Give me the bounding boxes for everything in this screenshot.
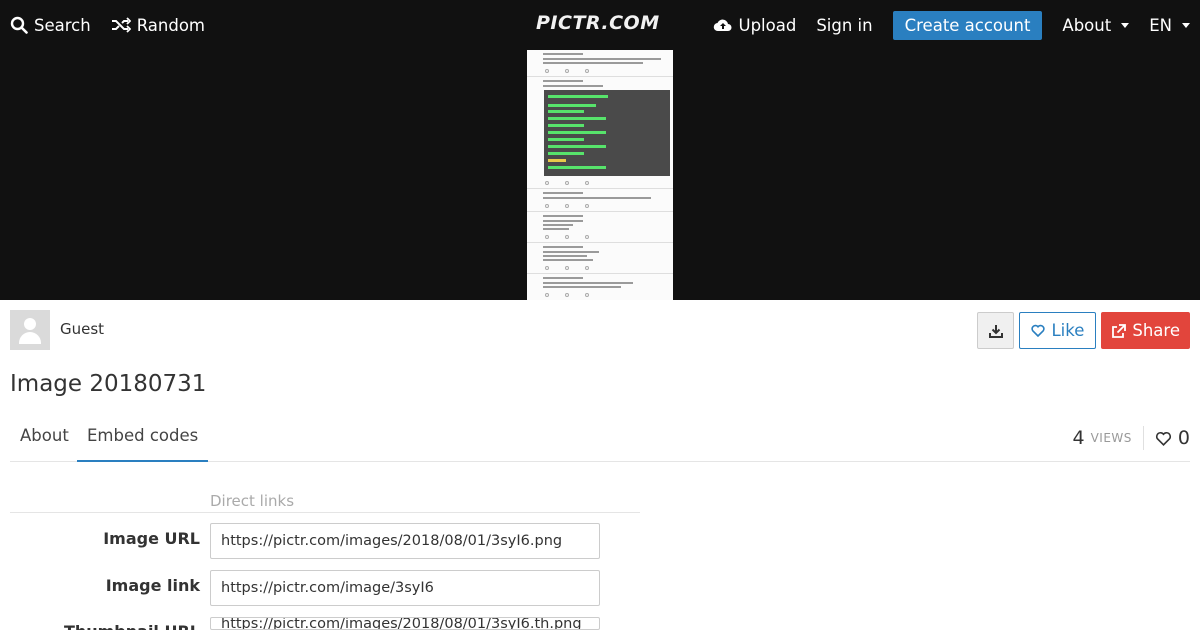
- nav-left: Search Random: [10, 0, 205, 50]
- top-navbar: Search Random PICTR.COM Upload Sign in C…: [0, 0, 1200, 50]
- site-logo[interactable]: PICTR.COM: [536, 12, 660, 34]
- image-link-field[interactable]: [210, 570, 600, 606]
- like-label: Like: [1051, 321, 1085, 340]
- avatar[interactable]: [10, 310, 50, 350]
- image-viewer: [0, 50, 1200, 300]
- image-title: Image 20180731: [10, 371, 207, 397]
- create-account-button[interactable]: Create account: [892, 10, 1043, 40]
- caret-down-icon: [1182, 22, 1190, 28]
- share-label: Share: [1132, 321, 1180, 340]
- thumbnail-url-label: Thumbnail URL: [10, 622, 200, 630]
- search-link[interactable]: Search: [10, 16, 91, 35]
- language-label: EN: [1149, 15, 1172, 35]
- upload-link[interactable]: Upload: [713, 15, 797, 35]
- user-silhouette-icon: [24, 318, 36, 330]
- cloud-upload-icon: [713, 19, 731, 32]
- image-actions: Like Share: [977, 312, 1190, 349]
- nav-right: Upload Sign in Create account About EN: [713, 0, 1190, 50]
- image-url-label: Image URL: [103, 529, 200, 548]
- share-icon: [1112, 323, 1127, 338]
- search-icon: [10, 16, 28, 34]
- uploader-info: Guest: [10, 310, 104, 350]
- views-count: 4: [1072, 427, 1085, 449]
- likes-count: 0: [1177, 427, 1190, 449]
- about-menu-label: About: [1062, 15, 1112, 35]
- caret-down-icon: [1121, 22, 1130, 28]
- language-menu[interactable]: EN: [1149, 16, 1190, 35]
- about-menu[interactable]: About: [1062, 15, 1130, 35]
- stats-divider: [1142, 426, 1144, 450]
- like-button[interactable]: Like: [1019, 312, 1097, 349]
- tab-embed-codes[interactable]: Embed codes: [77, 414, 209, 462]
- views-label: VIEWS: [1090, 431, 1132, 445]
- embed-section-title: Direct links: [210, 492, 295, 510]
- content-tabs: About Embed codes 4 VIEWS 0: [10, 414, 1190, 462]
- image-link-label: Image link: [105, 576, 200, 595]
- tab-about[interactable]: About: [10, 414, 79, 462]
- heart-icon: [1155, 431, 1171, 446]
- thumbnail-url-field[interactable]: [210, 617, 600, 630]
- image-stats: 4 VIEWS 0: [1072, 426, 1190, 450]
- signin-link[interactable]: Sign in: [816, 16, 872, 35]
- image-preview[interactable]: [527, 50, 673, 300]
- download-button[interactable]: [977, 312, 1015, 349]
- shuffle-icon: [111, 17, 131, 33]
- heart-icon: [1031, 324, 1046, 337]
- upload-label: Upload: [738, 15, 797, 35]
- download-icon: [988, 324, 1003, 338]
- section-divider: [10, 512, 640, 513]
- search-label: Search: [34, 15, 91, 35]
- image-url-field[interactable]: [210, 523, 600, 559]
- random-label: Random: [136, 15, 205, 35]
- random-link[interactable]: Random: [111, 16, 205, 35]
- share-button[interactable]: Share: [1101, 312, 1190, 349]
- uploader-name[interactable]: Guest: [60, 320, 104, 338]
